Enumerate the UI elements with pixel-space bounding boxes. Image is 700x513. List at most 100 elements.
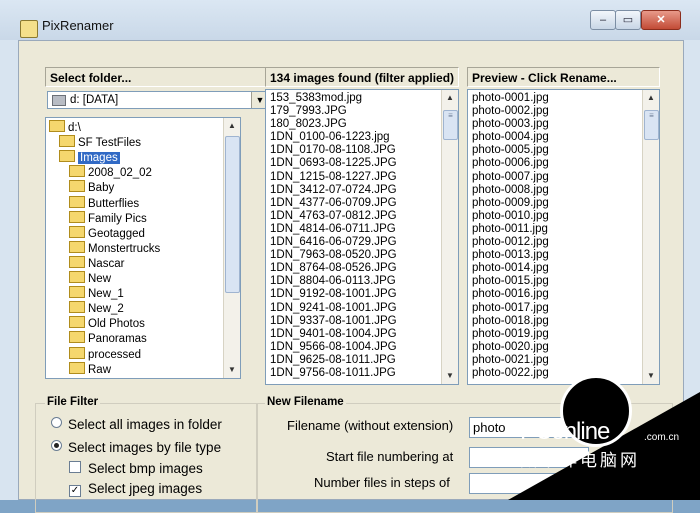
preview-file-item[interactable]: photo-0014.jpg <box>468 262 659 275</box>
preview-file-item[interactable]: photo-0012.jpg <box>468 236 659 249</box>
scroll-up-icon[interactable]: ▲ <box>442 90 458 106</box>
folder-tree-item[interactable]: Butterflies <box>69 195 140 211</box>
images-list-scrollbar[interactable]: ▲ ≡ ▼ <box>441 90 458 384</box>
scroll-up-icon[interactable]: ▲ <box>643 90 659 106</box>
folder-tree-item[interactable]: 2008_02_02 <box>69 165 152 180</box>
image-file-item[interactable]: 1DN_9625-08-1011.JPG <box>266 354 458 367</box>
folder-tree-item[interactable]: Panoramas <box>69 331 147 346</box>
folder-tree-item[interactable]: Images <box>59 150 120 165</box>
preview-file-item[interactable]: photo-0006.jpg <box>468 157 659 170</box>
image-file-item[interactable]: 180_8023.JPG <box>266 118 458 131</box>
preview-list-scrollbar[interactable]: ▲ ≡ ▼ <box>642 90 659 384</box>
folder-tree-item-label: processed <box>88 348 142 361</box>
folder-tree-item[interactable]: Nascar <box>69 255 124 271</box>
folder-tree-item[interactable]: New_1 <box>69 286 124 301</box>
checkbox-bmp[interactable] <box>69 461 81 473</box>
image-file-item[interactable]: 1DN_0100-06-1223.jpg <box>266 131 458 144</box>
image-file-item[interactable]: 1DN_9401-08-1004.JPG <box>266 328 458 341</box>
preview-file-item[interactable]: photo-0010.jpg <box>468 210 659 223</box>
minimize-button[interactable]: – <box>590 10 616 30</box>
filter-by-type-option[interactable]: Select images by file type <box>51 440 221 455</box>
image-file-item[interactable]: 1DN_9756-08-1011.JPG <box>266 367 458 380</box>
filter-all-images-option[interactable]: Select all images in folder <box>51 417 222 432</box>
folder-tree-item[interactable]: Baby <box>69 180 114 195</box>
preview-file-item[interactable]: photo-0002.jpg <box>468 105 659 118</box>
image-file-item[interactable]: 1DN_4814-06-0711.JPG <box>266 223 458 236</box>
folder-icon <box>69 165 85 178</box>
drive-select[interactable]: d: [DATA] ▼ <box>47 91 269 109</box>
filename-label: Filename (without extension) <box>287 418 454 433</box>
preview-file-item[interactable]: photo-0018.jpg <box>468 315 659 328</box>
folder-tree-item-label: SF TestFiles <box>78 137 142 150</box>
scroll-down-icon[interactable]: ▼ <box>442 368 458 384</box>
folder-tree-item-label: Butterflies <box>88 197 140 210</box>
preview-file-item[interactable]: photo-0015.jpg <box>468 275 659 288</box>
folder-tree-item[interactable]: Raw <box>69 361 111 377</box>
preview-file-item[interactable]: photo-0003.jpg <box>468 118 659 131</box>
preview-file-item[interactable]: photo-0016.jpg <box>468 288 659 301</box>
image-file-item[interactable]: 1DN_4377-06-0709.JPG <box>266 197 458 210</box>
filter-bmp-option[interactable]: Select bmp images <box>69 461 203 476</box>
images-list[interactable]: 153_5383mod.jpg 179_7993.JPG 180_8023.JPG 1… <box>265 89 459 385</box>
checkbox-jpeg[interactable]: ✓ <box>69 485 81 497</box>
new-filename-title: New Filename <box>265 396 346 408</box>
folder-tree-item[interactable]: processed <box>69 346 142 362</box>
preview-file-item[interactable]: photo-0008.jpg <box>468 184 659 197</box>
folder-tree-item[interactable]: Monstertrucks <box>69 240 160 256</box>
image-file-item[interactable]: 1DN_0693-08-1225.JPG <box>266 157 458 170</box>
preview-file-item[interactable]: photo-0009.jpg <box>468 197 659 210</box>
window-title: PixRenamer <box>42 18 114 33</box>
scroll-down-icon[interactable]: ▼ <box>643 368 659 384</box>
preview-file-item[interactable]: photo-0007.jpg <box>468 171 659 184</box>
folder-tree-item[interactable]: Geotagged <box>69 225 145 241</box>
scroll-thumb[interactable]: ≡ <box>443 110 458 140</box>
folder-icon <box>69 255 85 268</box>
scroll-down-icon[interactable]: ▼ <box>224 362 240 378</box>
scroll-thumb[interactable] <box>225 136 240 293</box>
scroll-up-icon[interactable]: ▲ <box>224 118 240 134</box>
close-button[interactable]: ✕ <box>641 10 681 30</box>
preview-file-item[interactable]: photo-0001.jpg <box>468 92 659 105</box>
preview-file-item[interactable]: photo-0022.jpg <box>468 367 659 380</box>
folder-tree-item[interactable]: d:\ <box>49 120 81 135</box>
image-file-item[interactable]: 1DN_4763-07-0812.JPG <box>266 210 458 223</box>
image-file-item[interactable]: 1DN_6416-06-0729.JPG <box>266 236 458 249</box>
preview-file-item[interactable]: photo-0021.jpg <box>468 354 659 367</box>
radio-by-type[interactable] <box>51 440 62 451</box>
image-file-item[interactable]: 1DN_9241-08-1001.JPG <box>266 302 458 315</box>
folder-tree-item[interactable]: SF TestFiles <box>59 135 141 150</box>
image-file-item[interactable]: 179_7993.JPG <box>266 105 458 118</box>
preview-file-item[interactable]: photo-0011.jpg <box>468 223 659 236</box>
folder-tree-item-label: Baby <box>88 182 115 195</box>
preview-file-item[interactable]: photo-0005.jpg <box>468 144 659 157</box>
image-file-item[interactable]: 1DN_3412-07-0724.JPG <box>266 184 458 197</box>
image-file-item[interactable]: 153_5383mod.jpg <box>266 92 458 105</box>
maximize-button[interactable]: ▭ <box>615 10 641 30</box>
preview-file-item[interactable]: photo-0013.jpg <box>468 249 659 262</box>
filter-jpeg-option[interactable]: ✓ Select jpeg images <box>69 481 202 497</box>
folder-tree[interactable]: d:\ SF TestFiles Images 2008_02_02 Baby Butte… <box>45 117 241 379</box>
title-bar[interactable]: PixRenamer – ▭ ✕ <box>0 0 700 40</box>
scroll-thumb[interactable]: ≡ <box>644 110 659 140</box>
folder-tree-scrollbar[interactable]: ▲ ▼ <box>223 118 240 378</box>
folder-tree-item[interactable]: Family Pics <box>69 210 147 226</box>
folder-tree-item[interactable]: New <box>69 271 111 286</box>
folder-tree-item[interactable]: Old Photos <box>69 316 145 331</box>
image-file-item[interactable]: 1DN_1215-08-1227.JPG <box>266 171 458 184</box>
folder-icon <box>59 150 75 163</box>
image-file-item[interactable]: 1DN_9566-08-1004.JPG <box>266 341 458 354</box>
drive-icon <box>52 95 66 106</box>
preview-file-item[interactable]: photo-0019.jpg <box>468 328 659 341</box>
image-file-item[interactable]: 1DN_8804-06-0113.JPG <box>266 275 458 288</box>
image-file-item[interactable]: 1DN_0170-08-1108.JPG <box>266 144 458 157</box>
image-file-item[interactable]: 1DN_7963-08-0520.JPG <box>266 249 458 262</box>
radio-all-images[interactable] <box>51 417 62 428</box>
preview-file-item[interactable]: photo-0004.jpg <box>468 131 659 144</box>
preview-file-item[interactable]: photo-0020.jpg <box>468 341 659 354</box>
preview-list[interactable]: photo-0001.jpg photo-0002.jpg photo-0003.j… <box>467 89 660 385</box>
image-file-item[interactable]: 1DN_9337-08-1001.JPG <box>266 315 458 328</box>
image-file-item[interactable]: 1DN_9192-08-1001.JPG <box>266 288 458 301</box>
folder-tree-item[interactable]: New_2 <box>69 301 124 316</box>
preview-file-item[interactable]: photo-0017.jpg <box>468 302 659 315</box>
image-file-item[interactable]: 1DN_8764-08-0526.JPG <box>266 262 458 275</box>
